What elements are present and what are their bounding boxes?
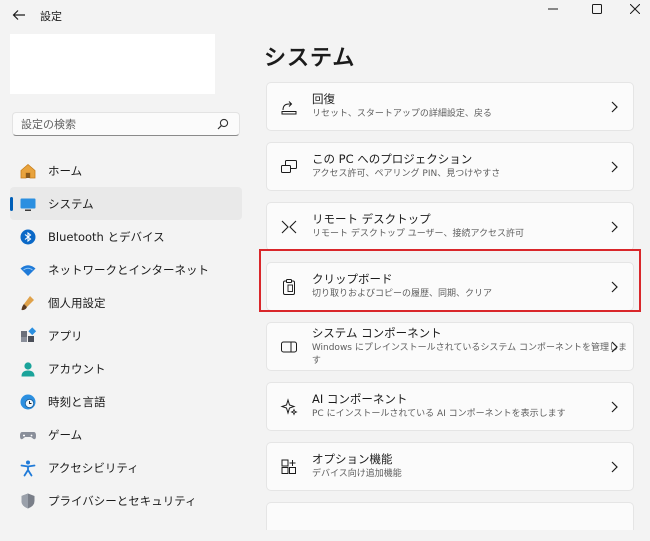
maximize-button[interactable] — [585, 2, 609, 16]
sidebar-item-label: 時刻と言語 — [48, 394, 106, 409]
card-title: AI コンポーネント — [312, 392, 408, 406]
sidebar-item-apps[interactable]: アプリ — [10, 319, 242, 352]
sidebar-item-bluetooth[interactable]: Bluetooth とデバイス — [10, 220, 242, 253]
chevron-right-icon — [611, 221, 618, 233]
bluetooth-icon — [18, 227, 38, 247]
sidebar-nav: ホーム システム Bluetooth とデバイス ネットワークとインターネット — [10, 154, 242, 517]
account-icon — [18, 359, 38, 379]
settings-card-list: 回復 リセット、スタートアップの詳細設定、戻る この PC へのプロジェクション… — [266, 82, 634, 541]
sidebar-item-system[interactable]: システム — [10, 187, 242, 220]
card-title: 回復 — [312, 92, 335, 106]
ai-sparkle-icon — [279, 397, 299, 417]
optional-features-icon — [279, 457, 299, 477]
card-title: システム コンポーネント — [311, 325, 442, 340]
card-description: 切り取りおよびコピーの履歴、同期、クリア — [312, 289, 493, 299]
card-system-components[interactable]: システム コンポーネント Windows にプレインストールされているシステム … — [266, 322, 634, 371]
sidebar-item-label: ネットワークとインターネット — [48, 262, 209, 277]
chevron-right-icon — [611, 161, 618, 173]
chevron-right-icon — [611, 341, 618, 353]
apps-icon — [18, 326, 38, 346]
card-description: PC にインストールされている AI コンポーネントを表示します — [312, 409, 566, 419]
back-arrow-icon — [12, 10, 25, 20]
sidebar-item-label: アプリ — [48, 328, 83, 343]
card-ai-components[interactable]: AI コンポーネント PC にインストールされている AI コンポーネントを表示… — [266, 382, 634, 431]
card-optional-features[interactable]: オプション機能 デバイス向け追加機能 — [266, 442, 634, 491]
card-clipboard[interactable]: クリップボード 切り取りおよびコピーの履歴、同期、クリア — [266, 262, 634, 311]
minimize-button[interactable] — [541, 2, 565, 16]
sidebar-item-label: 個人用設定 — [48, 295, 106, 310]
recovery-icon — [279, 97, 299, 117]
window-title: 設定 — [40, 10, 62, 23]
sidebar-item-accessibility[interactable]: アクセシビリティ — [10, 451, 242, 484]
projection-icon — [279, 157, 299, 177]
sidebar-item-label: Bluetooth とデバイス — [48, 229, 165, 244]
back-button[interactable] — [10, 6, 28, 24]
title-bar: 設定 — [0, 0, 650, 32]
sidebar-item-privacy-security[interactable]: プライバシーとセキュリティ — [10, 484, 242, 517]
minimize-icon — [548, 8, 558, 10]
chevron-right-icon — [611, 461, 618, 473]
remote-desktop-icon — [279, 217, 299, 237]
card-projection[interactable]: この PC へのプロジェクション アクセス許可、ペアリング PIN、見つけやすさ — [266, 142, 634, 191]
sidebar-item-label: ゲーム — [48, 427, 83, 442]
card-title: リモート デスクトップ — [312, 212, 431, 226]
close-button[interactable] — [623, 2, 647, 16]
sidebar-item-time-language[interactable]: 時刻と言語 — [10, 385, 242, 418]
sidebar-item-label: アカウント — [48, 361, 106, 376]
gamepad-icon — [18, 425, 38, 445]
card-recovery[interactable]: 回復 リセット、スタートアップの詳細設定、戻る — [266, 82, 634, 131]
card-description: リモート デスクトップ ユーザー、接続アクセス許可 — [312, 229, 525, 239]
settings-search-input[interactable] — [13, 116, 213, 132]
chevron-right-icon — [611, 101, 618, 113]
accessibility-icon — [18, 458, 38, 478]
chevron-right-icon — [611, 401, 618, 413]
system-display-icon — [18, 194, 38, 214]
home-icon — [18, 161, 38, 181]
maximize-icon — [592, 4, 602, 14]
page-title: システム — [264, 46, 356, 71]
sidebar-item-label: ホーム — [48, 163, 83, 178]
clipboard-icon — [279, 277, 299, 297]
sidebar-item-label: プライバシーとセキュリティ — [48, 493, 197, 508]
card-description: Windows にプレインストールされているシステム コンポーネントを管理します — [311, 342, 627, 366]
paint-brush-icon — [18, 293, 38, 313]
sidebar-item-network[interactable]: ネットワークとインターネット — [10, 253, 242, 286]
search-icon — [217, 118, 229, 130]
chevron-right-icon — [611, 281, 618, 293]
sidebar-item-personalization[interactable]: 個人用設定 — [10, 286, 242, 319]
card-title: クリップボード — [312, 272, 393, 286]
shield-icon — [18, 491, 38, 511]
globe-clock-icon — [18, 392, 38, 412]
system-components-icon — [279, 337, 299, 357]
sidebar-item-gaming[interactable]: ゲーム — [10, 418, 242, 451]
close-icon — [630, 4, 640, 14]
card-partial[interactable] — [266, 502, 634, 530]
card-remote-desktop[interactable]: リモート デスクトップ リモート デスクトップ ユーザー、接続アクセス許可 — [266, 202, 634, 251]
sidebar-item-label: システム — [48, 196, 94, 211]
settings-search-box[interactable] — [12, 112, 240, 136]
wifi-icon — [18, 260, 38, 280]
card-title: オプション機能 — [312, 452, 393, 466]
sidebar-item-label: アクセシビリティ — [48, 460, 139, 475]
sidebar-item-accounts[interactable]: アカウント — [10, 352, 242, 385]
card-title: この PC へのプロジェクション — [312, 152, 473, 166]
card-description: デバイス向け追加機能 — [312, 469, 402, 479]
card-description: アクセス許可、ペアリング PIN、見つけやすさ — [312, 169, 501, 179]
sidebar-item-home[interactable]: ホーム — [10, 154, 242, 187]
card-description: リセット、スタートアップの詳細設定、戻る — [312, 109, 492, 119]
user-profile-card[interactable] — [10, 34, 215, 94]
